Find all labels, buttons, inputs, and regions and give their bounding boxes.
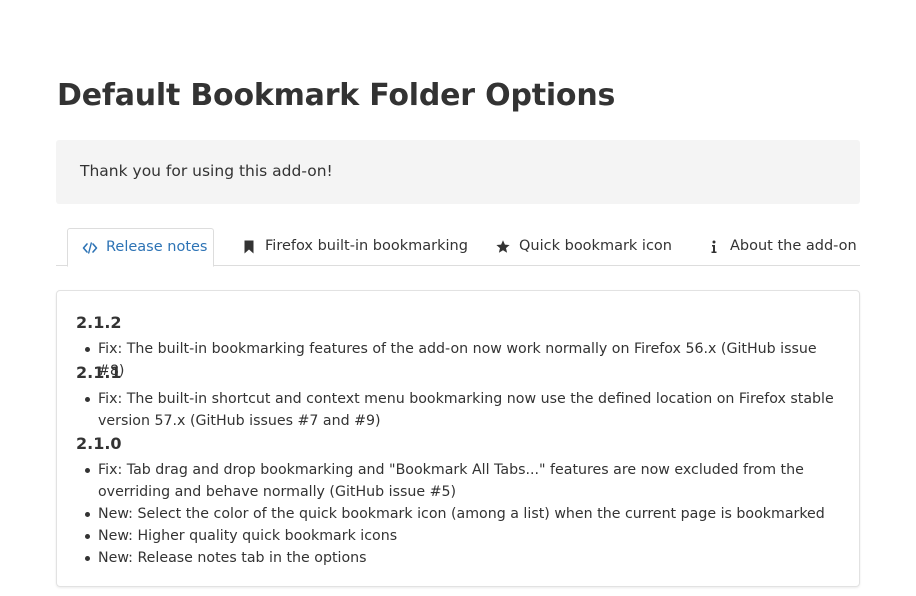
tab-label: Firefox built-in bookmarking [265,238,468,254]
tab-label: Release notes [106,239,208,255]
version-heading: 2.1.0 [76,434,122,453]
tab-quick-bookmark-icon[interactable]: Quick bookmark icon [495,228,672,266]
page-title: Default Bookmark Folder Options [57,78,616,113]
notes-list: Fix: The built-in shortcut and context m… [76,388,846,432]
bookmark-icon [241,239,257,255]
list-item: New: Higher quality quick bookmark icons [76,525,846,547]
options-page: Default Bookmark Folder Options Thank yo… [0,0,916,596]
list-item: Fix: The built-in bookmarking features o… [76,338,846,382]
tab-firefox-bookmarking[interactable]: Firefox built-in bookmarking [241,228,468,266]
tab-release-notes[interactable]: Release notes [67,228,214,267]
list-item: New: Release notes tab in the options [76,547,846,569]
thanks-text: Thank you for using this add-on! [80,162,333,180]
version-heading: 2.1.1 [76,363,122,382]
notes-list: Fix: The built-in bookmarking features o… [76,338,846,382]
release-notes-panel: 2.1.2 Fix: The built-in bookmarking feat… [56,290,860,587]
list-item: Fix: Tab drag and drop bookmarking and "… [76,459,846,503]
tab-label: Quick bookmark icon [519,238,672,254]
list-item: New: Select the color of the quick bookm… [76,503,846,525]
code-icon [82,240,98,256]
list-item: Fix: The built-in shortcut and context m… [76,388,846,432]
tab-bar: Release notes Firefox built-in bookmarki… [56,228,860,267]
tab-about-addon[interactable]: About the add-on [706,228,857,266]
tab-label: About the add-on [730,238,857,254]
version-heading: 2.1.2 [76,313,122,332]
info-icon [706,239,722,255]
notes-list: Fix: Tab drag and drop bookmarking and "… [76,459,846,569]
star-icon [495,239,511,255]
thanks-banner: Thank you for using this add-on! [56,140,860,204]
